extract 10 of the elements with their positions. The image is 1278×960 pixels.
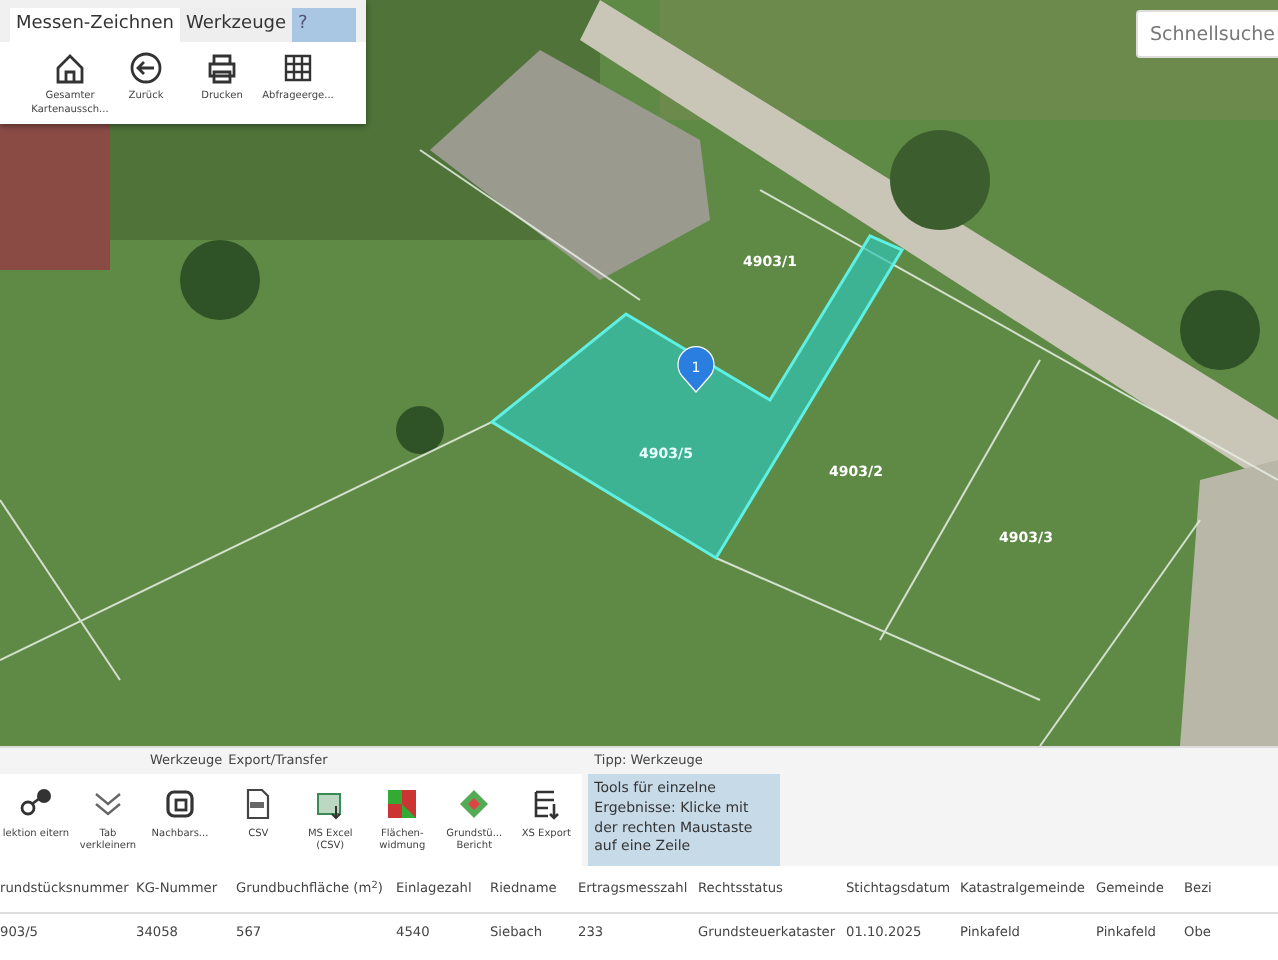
aerial-map-drawing[interactable] [0,0,1278,746]
house-icon [52,50,88,86]
square-frame-icon [162,786,198,822]
table-icon [280,50,316,86]
toolbar-tab[interactable]: Messen-Zeichnen [10,8,180,42]
help-tab[interactable]: ? [292,8,357,42]
diamond-report-icon [456,786,493,822]
zoning-map-icon [384,786,421,822]
printer-icon [204,50,240,86]
search-field[interactable]: Schnellsuche [1136,10,1278,58]
